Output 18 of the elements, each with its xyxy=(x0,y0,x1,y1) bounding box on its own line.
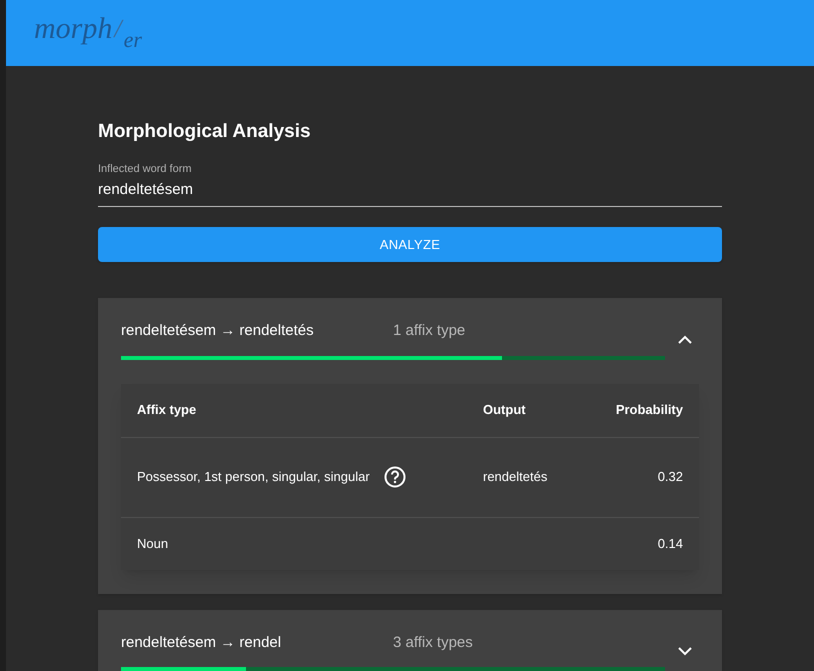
column-header: Probability xyxy=(614,401,683,420)
result-title: rendeltetésem → rendeltetés xyxy=(121,321,315,341)
column-header: Output xyxy=(483,401,527,420)
help-icon[interactable] xyxy=(384,466,406,488)
chevron-down-icon[interactable] xyxy=(678,646,692,656)
page-title: Morphological Analysis xyxy=(98,120,312,144)
table-cell-text: Noun xyxy=(137,534,168,553)
result-title: rendeltetésem → rendel xyxy=(121,632,282,652)
table-cell: 0.32 xyxy=(658,469,683,484)
table-cell: 0.14 xyxy=(658,536,683,551)
word-input[interactable]: rendeltetésem xyxy=(98,179,722,202)
chevron-up-icon[interactable] xyxy=(678,335,692,344)
table-cell: rendeltetés xyxy=(483,469,548,484)
affix-count: 1 affix type xyxy=(393,321,466,341)
table-cell-text: Possessor, 1st person, singular, singular xyxy=(137,468,370,486)
affix-count: 3 affix types xyxy=(393,632,473,652)
field-label: Inflected word form xyxy=(98,162,193,176)
column-header: Affix type xyxy=(137,401,198,420)
